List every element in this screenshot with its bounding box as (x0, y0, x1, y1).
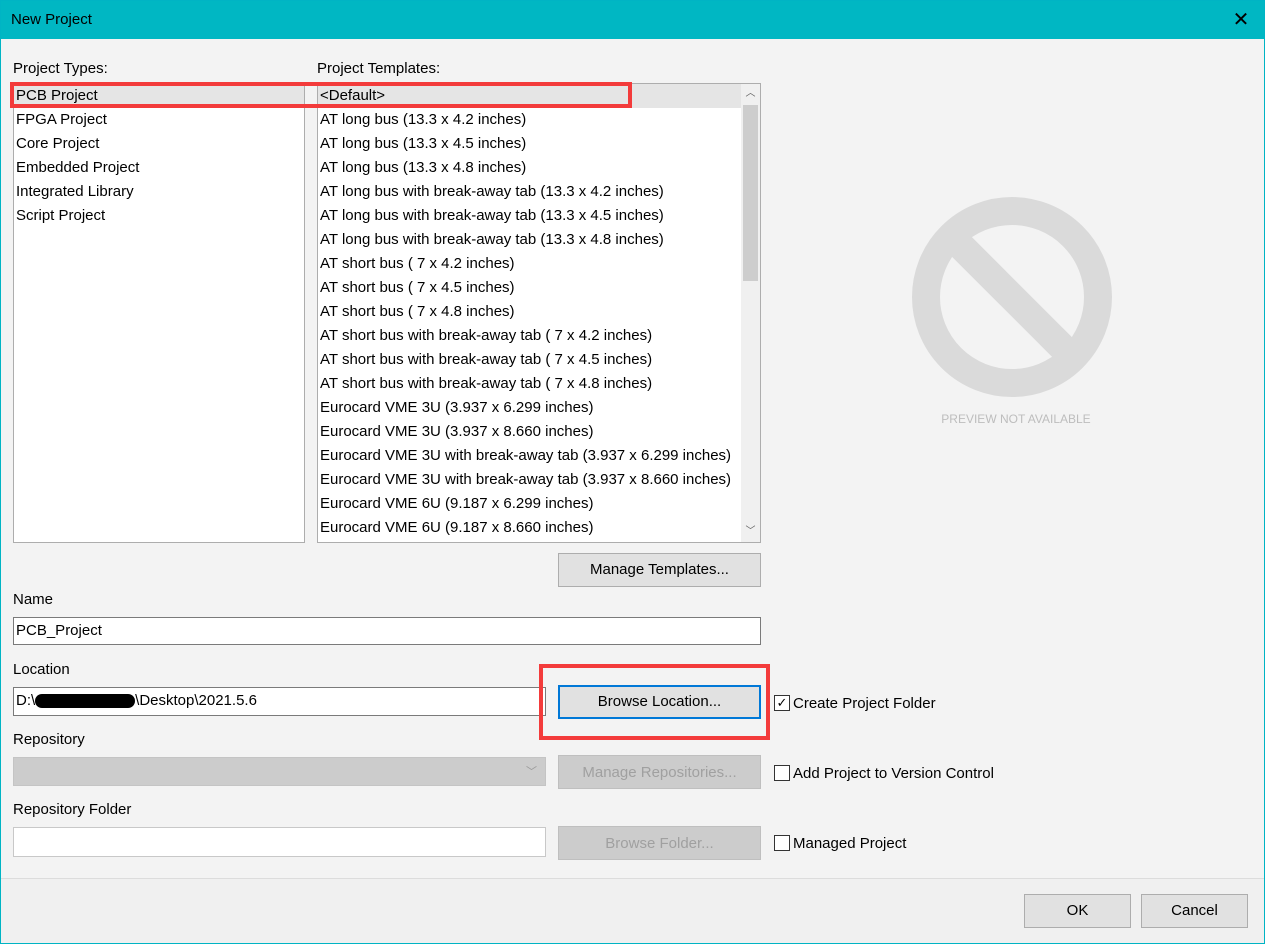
name-input[interactable]: PCB_Project (13, 617, 761, 645)
list-item[interactable]: AT short bus ( 7 x 4.8 inches) (318, 300, 741, 324)
scrollbar[interactable]: ︿ ﹀ (741, 84, 760, 542)
project-types-label: Project Types: (13, 60, 108, 77)
list-item[interactable]: FPGA Project (14, 108, 304, 132)
chevron-down-icon: ﹀ (526, 766, 537, 778)
add-version-control-label: Add Project to Version Control (793, 765, 994, 782)
list-item[interactable]: Eurocard VME 3U with break-away tab (3.9… (318, 468, 741, 492)
browse-folder-button[interactable]: Browse Folder... (558, 826, 761, 860)
managed-project-checkbox[interactable] (774, 835, 790, 851)
scroll-down-icon[interactable]: ﹀ (741, 522, 760, 542)
list-item[interactable]: PCB Project (14, 84, 304, 108)
list-item[interactable]: Eurocard VME 3U (3.937 x 6.299 inches) (318, 396, 741, 420)
close-icon[interactable]: ✕ (1218, 1, 1264, 39)
project-types-list[interactable]: PCB Project FPGA Project Core Project Embed… (13, 83, 305, 543)
list-item[interactable]: AT long bus (13.3 x 4.5 inches) (318, 132, 741, 156)
list-item[interactable]: AT short bus with break-away tab ( 7 x 4… (318, 372, 741, 396)
list-item[interactable]: AT short bus ( 7 x 4.5 inches) (318, 276, 741, 300)
location-label: Location (13, 661, 70, 678)
scrollbar-thumb[interactable] (743, 105, 758, 281)
list-item[interactable]: AT long bus (13.3 x 4.2 inches) (318, 108, 741, 132)
list-item[interactable]: AT short bus with break-away tab ( 7 x 4… (318, 324, 741, 348)
project-templates-list[interactable]: <Default> AT long bus (13.3 x 4.2 inches)… (317, 83, 761, 543)
location-prefix: D:\ (16, 692, 36, 709)
list-item[interactable]: AT long bus (13.3 x 4.8 inches) (318, 156, 741, 180)
no-preview-icon (912, 197, 1112, 397)
list-item[interactable]: AT short bus with break-away tab ( 7 x 4… (318, 348, 741, 372)
location-suffix: \Desktop\2021.5.6 (135, 692, 257, 709)
list-item[interactable]: Core Project (14, 132, 304, 156)
manage-repositories-button[interactable]: Manage Repositories... (558, 755, 761, 789)
list-item[interactable]: AT long bus with break-away tab (13.3 x … (318, 180, 741, 204)
dialog-footer: OK Cancel (1, 878, 1264, 943)
browse-location-button[interactable]: Browse Location... (558, 685, 761, 719)
redaction-mark (35, 694, 136, 709)
list-item[interactable]: Script Project (14, 204, 304, 228)
managed-project-label: Managed Project (793, 835, 907, 852)
add-version-control-checkbox[interactable] (774, 765, 790, 781)
list-item[interactable]: Integrated Library (14, 180, 304, 204)
title-bar: New Project ✕ (1, 1, 1264, 39)
manage-templates-button[interactable]: Manage Templates... (558, 553, 761, 587)
list-item[interactable]: AT long bus with break-away tab (13.3 x … (318, 204, 741, 228)
create-folder-checkbox[interactable]: ✓ (774, 695, 790, 711)
location-input[interactable]: D:\ \Desktop\2021.5.6 (13, 687, 546, 716)
ok-button[interactable]: OK (1024, 894, 1131, 928)
scroll-up-icon[interactable]: ︿ (741, 84, 760, 104)
list-item[interactable]: Eurocard VME 6U (9.187 x 6.299 inches) (318, 492, 741, 516)
list-item[interactable]: Eurocard VME 3U (3.937 x 8.660 inches) (318, 420, 741, 444)
repository-folder-input[interactable] (13, 827, 546, 857)
preview-text: PREVIEW NOT AVAILABLE (941, 412, 1091, 426)
repository-dropdown[interactable]: ﹀ (13, 757, 546, 786)
repository-label: Repository (13, 731, 85, 748)
name-label: Name (13, 591, 54, 608)
window-title: New Project (11, 11, 92, 28)
project-templates-label: Project Templates: (317, 60, 441, 77)
list-item[interactable]: <Default> (318, 84, 741, 108)
list-item[interactable]: Eurocard VME 6U (9.187 x 8.660 inches) (318, 516, 741, 540)
repository-folder-label: Repository Folder (13, 801, 132, 818)
create-folder-label: Create Project Folder (793, 695, 936, 712)
cancel-button[interactable]: Cancel (1141, 894, 1248, 928)
list-item[interactable]: AT short bus ( 7 x 4.2 inches) (318, 252, 741, 276)
new-project-dialog: New Project ✕ Project Types: Project Tem… (0, 0, 1265, 944)
list-item[interactable]: AT long bus with break-away tab (13.3 x … (318, 228, 741, 252)
list-item[interactable]: Eurocard VME 3U with break-away tab (3.9… (318, 444, 741, 468)
list-item[interactable]: Embedded Project (14, 156, 304, 180)
